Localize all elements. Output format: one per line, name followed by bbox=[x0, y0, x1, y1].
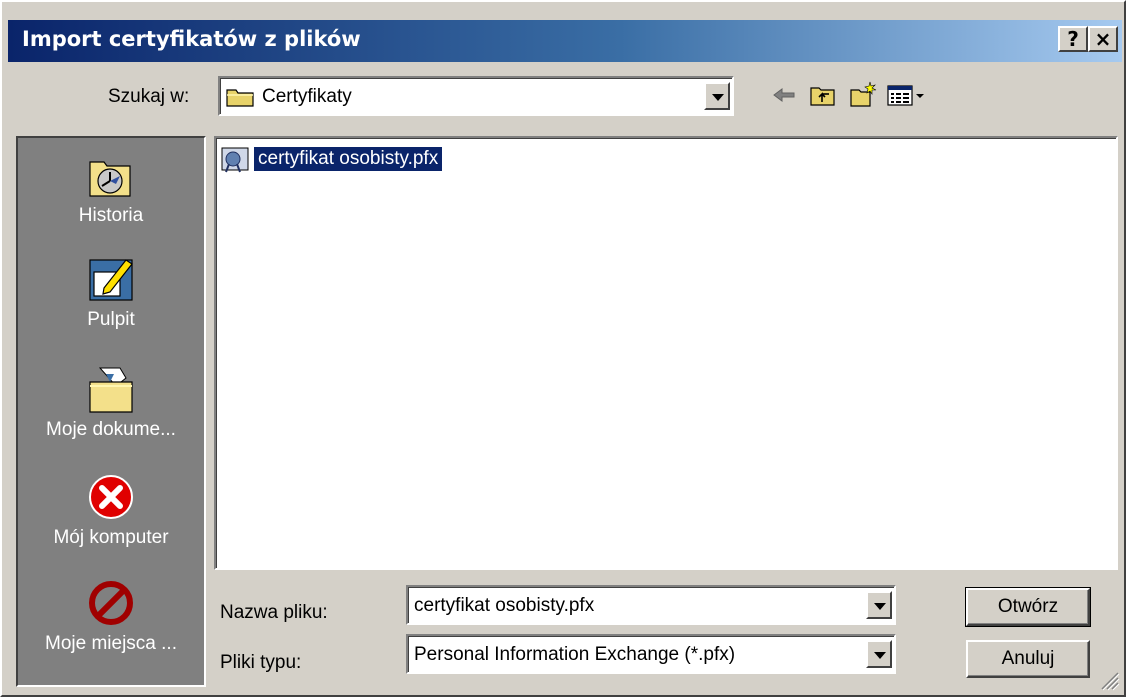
place-network[interactable]: Moje miejsca ... bbox=[18, 578, 204, 655]
places-bar: Historia Pulpit Moje dokume... Mój kompu… bbox=[16, 136, 206, 687]
my-documents-icon bbox=[86, 364, 136, 414]
file-open-dialog: Import certyfikatów z plików ? × Szukaj … bbox=[0, 0, 1126, 697]
filename-combo[interactable]: certyfikat osobisty.pfx bbox=[406, 585, 896, 625]
network-places-icon bbox=[86, 578, 136, 628]
file-item[interactable]: certyfikat osobisty.pfx bbox=[220, 144, 443, 174]
title-bar[interactable]: Import certyfikatów z plików ? × bbox=[8, 20, 1122, 62]
filetype-label: Pliki typu: bbox=[220, 652, 302, 673]
folder-icon bbox=[226, 86, 256, 108]
filetype-combo[interactable]: Personal Information Exchange (*.pfx) bbox=[406, 634, 896, 674]
chevron-down-icon bbox=[712, 94, 724, 101]
desktop-icon bbox=[86, 254, 136, 304]
place-label: Pulpit bbox=[87, 309, 135, 330]
filename-input[interactable]: certyfikat osobisty.pfx bbox=[414, 595, 594, 617]
lookin-combo[interactable]: Certyfikaty bbox=[218, 76, 734, 116]
place-desktop[interactable]: Pulpit bbox=[18, 254, 204, 331]
filename-dropdown-button[interactable] bbox=[866, 591, 892, 619]
place-label: Moje miejsca ... bbox=[45, 633, 177, 654]
place-label: Mój komputer bbox=[53, 527, 169, 548]
history-icon bbox=[86, 150, 136, 200]
file-name: certyfikat osobisty.pfx bbox=[254, 147, 443, 171]
file-list[interactable] bbox=[214, 136, 1118, 570]
back-icon[interactable] bbox=[770, 80, 800, 110]
up-folder-icon[interactable] bbox=[808, 80, 838, 110]
filetype-value: Personal Information Exchange (*.pfx) bbox=[414, 644, 736, 665]
new-folder-icon[interactable] bbox=[848, 80, 878, 110]
close-button[interactable]: × bbox=[1088, 26, 1118, 52]
window-title: Import certyfikatów z plików bbox=[22, 27, 361, 51]
lookin-value: Certyfikaty bbox=[262, 86, 352, 107]
lookin-dropdown-button[interactable] bbox=[704, 82, 730, 110]
place-history[interactable]: Historia bbox=[18, 150, 204, 227]
cancel-button[interactable]: Anuluj bbox=[966, 640, 1090, 678]
chevron-down-icon bbox=[874, 652, 886, 659]
resize-grip-icon[interactable] bbox=[1098, 669, 1120, 691]
view-menu-icon[interactable] bbox=[886, 80, 928, 110]
place-my-documents[interactable]: Moje dokume... bbox=[18, 364, 204, 441]
filetype-dropdown-button[interactable] bbox=[866, 640, 892, 668]
my-computer-icon bbox=[86, 472, 136, 522]
lookin-label: Szukaj w: bbox=[108, 86, 190, 107]
help-button[interactable]: ? bbox=[1058, 26, 1088, 52]
place-label: Historia bbox=[78, 205, 144, 226]
filename-label: Nazwa pliku: bbox=[220, 602, 328, 623]
certificate-file-icon bbox=[220, 144, 250, 174]
place-label: Moje dokume... bbox=[46, 419, 176, 440]
chevron-down-icon bbox=[874, 603, 886, 610]
open-button[interactable]: Otwórz bbox=[965, 587, 1091, 627]
place-my-computer[interactable]: Mój komputer bbox=[18, 472, 204, 549]
